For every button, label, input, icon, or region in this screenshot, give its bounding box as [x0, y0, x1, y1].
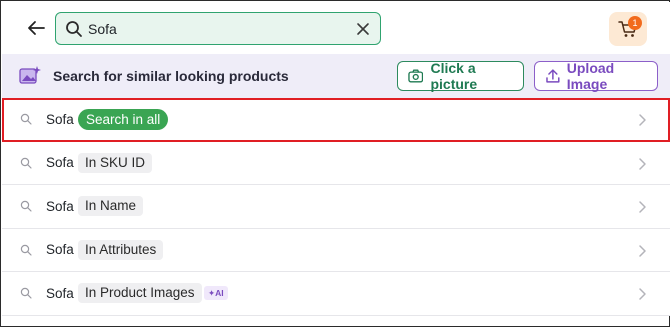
header: 1 [2, 2, 670, 54]
suggestion-in-sku-id[interactable]: Sofa In SKU ID [2, 141, 670, 185]
upload-icon [546, 69, 560, 83]
cart-button[interactable]: 1 [609, 12, 647, 46]
search-icon [20, 113, 32, 125]
suggestion-list: Sofa Search in all Sofa In SKU ID Sofa I… [2, 98, 670, 316]
suggestion-term: Sofa [46, 155, 74, 171]
suggestion-scope-tag: Search in all [78, 108, 169, 130]
app-frame: 1 Search for similar looking products Cl… [0, 0, 670, 327]
suggestion-term: Sofa [46, 285, 74, 301]
suggestion-term: Sofa [46, 242, 74, 258]
suggestion-search-in-all[interactable]: Sofa Search in all [2, 98, 670, 142]
cart-count-badge: 1 [628, 16, 642, 30]
search-icon [20, 200, 32, 212]
suggestion-term: Sofa [46, 111, 74, 127]
suggestion-in-attributes[interactable]: Sofa In Attributes [2, 228, 670, 272]
image-search-icon [19, 66, 41, 84]
similar-products-label: Search for similar looking products [53, 68, 289, 84]
search-icon [20, 157, 32, 169]
search-icon [20, 287, 32, 299]
suggestion-term: Sofa [46, 198, 74, 214]
suggestion-in-product-images[interactable]: Sofa In Product Images ✦AI [2, 272, 670, 316]
back-button[interactable] [24, 16, 48, 40]
chevron-right-icon [639, 244, 646, 257]
similar-products-bar: Search for similar looking products Clic… [2, 54, 670, 98]
suggestion-scope-tag: In Attributes [78, 239, 164, 260]
camera-icon [408, 69, 424, 83]
upload-image-button[interactable]: Upload Image [534, 60, 658, 92]
chevron-right-icon [639, 114, 646, 126]
suggestion-scope-tag: In Name [78, 196, 144, 217]
close-icon[interactable] [355, 21, 371, 37]
arrow-left-icon [28, 21, 45, 35]
search-input[interactable] [88, 18, 348, 40]
search-box[interactable] [55, 12, 381, 45]
suggestion-scope-tag: In Product Images [78, 283, 202, 304]
suggestion-scope-tag: In SKU ID [78, 152, 153, 173]
upload-image-label: Upload Image [566, 60, 615, 92]
chevron-right-icon [639, 288, 646, 300]
ai-badge: ✦AI [204, 286, 228, 301]
click-picture-label: Click a picture [430, 60, 478, 92]
chevron-right-icon [639, 201, 646, 213]
search-icon [20, 244, 32, 256]
suggestion-in-name[interactable]: Sofa In Name [2, 185, 670, 229]
chevron-right-icon [639, 157, 646, 170]
click-picture-button[interactable]: Click a picture [397, 60, 524, 92]
search-icon [66, 21, 82, 37]
